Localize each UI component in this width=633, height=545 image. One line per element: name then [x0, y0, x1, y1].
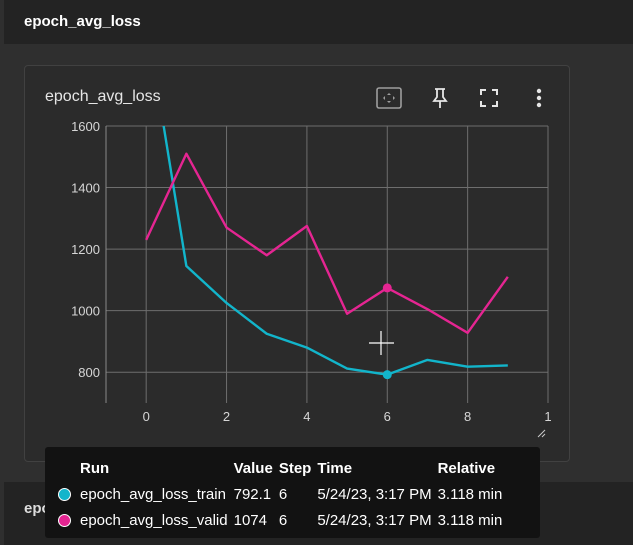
x-tick-label: 1 [544, 409, 551, 424]
tooltip-table: Run Value Step Time Relative epoch_avg_l… [55, 455, 505, 533]
tooltip-value: 792.1 [233, 485, 272, 503]
tooltip-relative: 3.118 min [437, 485, 503, 503]
fullscreen-icon[interactable] [475, 84, 503, 112]
x-tick-label: 8 [464, 409, 471, 424]
pin-icon[interactable] [426, 84, 454, 112]
tooltip-row: epoch_avg_loss_valid 1074 6 5/24/23, 3:1… [55, 507, 505, 533]
y-tick-label: 1600 [71, 120, 100, 134]
chart-tooltip: Run Value Step Time Relative epoch_avg_l… [45, 447, 540, 538]
tooltip-time: 5/24/23, 3:17 PM [317, 485, 432, 503]
tooltip-run: epoch_avg_loss_valid [80, 511, 228, 529]
series-line-train [162, 126, 508, 376]
x-tick-label: 0 [143, 409, 150, 424]
tooltip-row: epoch_avg_loss_train 792.1 6 5/24/23, 3:… [55, 481, 505, 507]
tooltip-step: 6 [278, 511, 288, 529]
header-run: Run [80, 459, 110, 477]
header-step: Step [278, 459, 312, 477]
header-time: Time [317, 459, 353, 477]
x-tick-label: 6 [384, 409, 391, 424]
y-tick-label: 1400 [71, 181, 100, 196]
resize-handle-icon[interactable] [537, 429, 546, 438]
x-tick-label: 4 [303, 409, 310, 424]
tooltip-run: epoch_avg_loss_train [80, 485, 226, 503]
fit-domain-icon[interactable] [375, 84, 403, 112]
card-group-title: epoch_avg_loss [24, 13, 141, 30]
tooltip-relative: 3.118 min [437, 511, 503, 529]
series-line-valid [145, 152, 509, 335]
series-color-dot [58, 488, 71, 502]
card-title: epoch_avg_loss [45, 88, 161, 105]
tooltip-value: 1074 [233, 511, 267, 529]
header-relative: Relative [437, 459, 496, 477]
y-tick-label: 800 [78, 365, 100, 380]
tooltip-header-row: Run Value Step Time Relative [55, 455, 505, 481]
chart-series [145, 126, 509, 376]
chart-grid [106, 125, 549, 403]
x-tick-label: 2 [223, 409, 230, 424]
y-tick-label: 1000 [71, 304, 100, 319]
chart-tick-labels: 0 2 4 6 8 1 800 1000 1200 1400 1600 [71, 120, 552, 424]
line-chart[interactable]: 0 2 4 6 8 1 800 1000 1200 1400 1600 [24, 120, 554, 440]
highlight-point [382, 370, 392, 380]
series-color-dot [58, 514, 71, 528]
crosshair-cursor [369, 331, 394, 355]
tooltip-time: 5/24/23, 3:17 PM [317, 511, 432, 529]
y-tick-label: 1200 [71, 242, 100, 257]
more-vert-icon[interactable] [525, 84, 553, 112]
header-value: Value [233, 459, 273, 477]
tooltip-step: 6 [278, 485, 288, 503]
card-group-header[interactable]: epoch_avg_loss [4, 0, 633, 44]
highlight-point [382, 283, 392, 293]
